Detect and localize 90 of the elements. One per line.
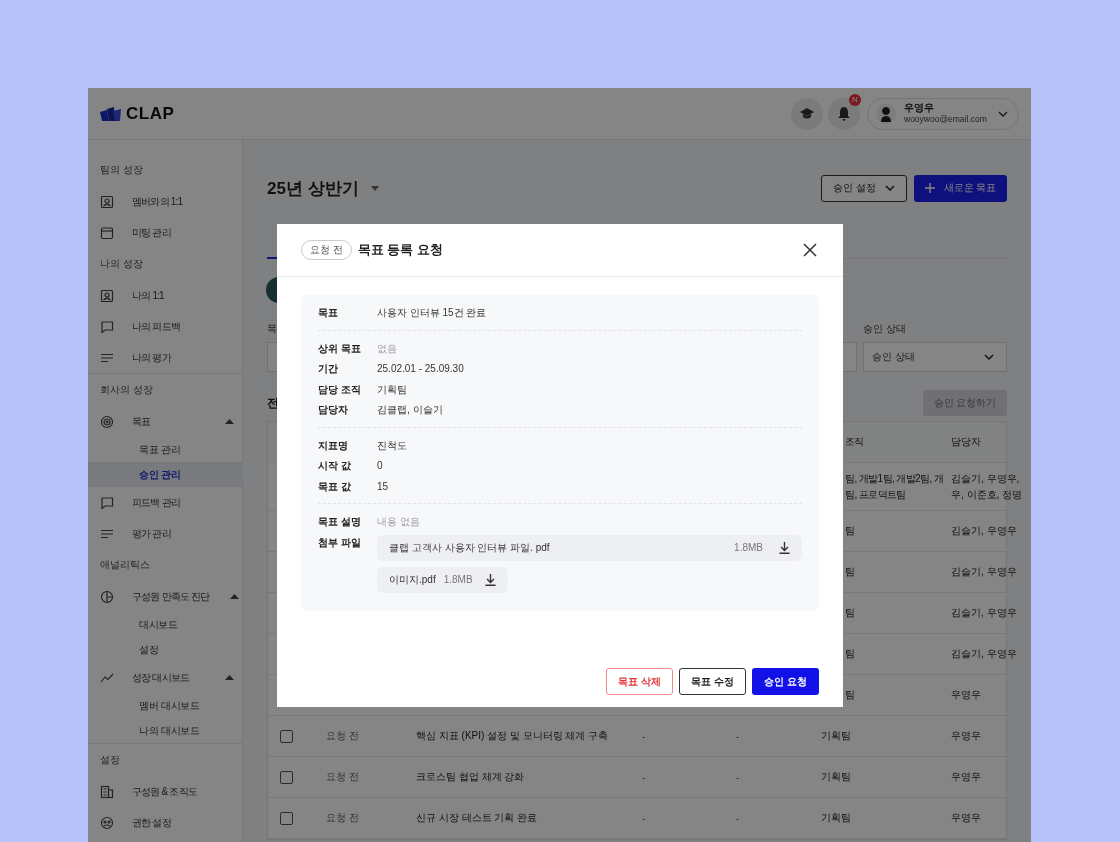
table-cell: - bbox=[642, 812, 646, 824]
sidebar-subitem[interactable]: 나의 대시보드 bbox=[88, 718, 242, 743]
table-cell: 신규 시장 테스트 기획 완료 bbox=[416, 811, 538, 825]
sidebar-item[interactable]: 구성원 만족도 진단 bbox=[88, 581, 242, 612]
field-value: 없음 bbox=[377, 341, 397, 356]
sidebar-item[interactable]: 미팅 관리 bbox=[88, 217, 242, 248]
new-goal-button[interactable]: 새로운 목표 bbox=[914, 174, 1007, 202]
sidebar-subitem[interactable]: 대시보드 bbox=[88, 612, 242, 637]
filter-label: 목 bbox=[267, 322, 278, 336]
sidebar-item[interactable]: 평가 관리 bbox=[88, 518, 242, 549]
table-cell: 기획팀 bbox=[821, 811, 851, 825]
table-cell-text: 팀, 개발1팀, 개발2팀, 개 팀, 프로덕트팀 bbox=[845, 471, 944, 502]
column-header: 조직 bbox=[845, 435, 864, 449]
field-label: 시작 값 bbox=[318, 459, 352, 473]
sidebar-item[interactable]: 멤버와의 1:1 bbox=[88, 186, 242, 217]
page-title: 25년 상반기 bbox=[267, 177, 359, 200]
table-cell-text: 김슬기, 우영우 bbox=[951, 647, 1017, 661]
sidebar-item[interactable]: 피드백 관리 bbox=[88, 487, 242, 518]
sidebar-item[interactable]: 목표 bbox=[88, 406, 242, 437]
sidebar-item[interactable]: 성장 대시보드 bbox=[88, 662, 242, 693]
status-select[interactable]: 승인 상태 bbox=[863, 342, 1007, 372]
field-label: 담당 조직 bbox=[318, 382, 362, 397]
sidebar-item[interactable]: 나의 평가 bbox=[88, 342, 242, 373]
table-cell: 기획팀 bbox=[821, 729, 851, 743]
table-cell: - bbox=[736, 812, 740, 824]
field-label: 목표 값 bbox=[318, 479, 352, 494]
field-label: 상위 목표 bbox=[318, 341, 362, 356]
notification-badge: N bbox=[849, 93, 861, 106]
sidebar-section-title: 회사의 성장 bbox=[99, 383, 154, 397]
table-cell: 기획팀 bbox=[821, 770, 851, 784]
field-value: 25.02.01 - 25.09.30 bbox=[377, 362, 464, 376]
edit-goal-button[interactable]: 목표 수정 bbox=[679, 668, 746, 695]
sidebar-subitem[interactable]: 설정 bbox=[88, 637, 242, 662]
table-cell: 요청 전 bbox=[326, 811, 359, 825]
table-cell-text: 김슬기, 우영우 bbox=[951, 565, 1017, 579]
field-value: 0 bbox=[377, 459, 383, 473]
table-cell: 크로스팀 협업 체계 강화 bbox=[416, 770, 525, 784]
field-label: 지표명 bbox=[318, 438, 349, 453]
table-cell: 핵심 지표 (KPI) 설정 및 모니터링 체계 구축 bbox=[416, 729, 609, 743]
table-cell-text: 김슬기, 우영우 bbox=[951, 524, 1017, 538]
table-cell: 우영우 bbox=[951, 729, 981, 743]
sidebar-item[interactable]: 권한 설정 bbox=[88, 807, 242, 838]
table-cell: 우영우 bbox=[951, 770, 981, 784]
table-cell: - bbox=[736, 771, 740, 783]
field-label: 기간 bbox=[318, 362, 339, 376]
sidebar-item[interactable]: 구성원 & 조직도 bbox=[88, 776, 242, 807]
table-cell: - bbox=[642, 730, 646, 742]
sidebar-section-title: 나의 성장 bbox=[99, 257, 144, 271]
table-cell: - bbox=[642, 771, 646, 783]
sidebar-item[interactable]: 나의 피드백 bbox=[88, 311, 242, 342]
dialog-title: 목표 등록 요청 bbox=[357, 241, 443, 259]
attachment-item[interactable]: 클랩 고객사 사용자 인터뷰 파일. pdf 1.8MB bbox=[377, 534, 802, 561]
field-label: 담당자 bbox=[318, 403, 349, 417]
approval-settings-button[interactable]: 승인 설정 bbox=[821, 174, 907, 202]
sidebar-section-title: 애널리틱스 bbox=[99, 558, 151, 572]
table-cell-text: 김슬기, 우영우, 우, 이준호, 정명 bbox=[951, 471, 1023, 502]
table-cell-text: 팀 bbox=[845, 688, 855, 702]
delete-goal-button[interactable]: 목표 삭제 bbox=[606, 668, 673, 695]
field-label: 첨부 파일 bbox=[318, 535, 362, 550]
table-cell: - bbox=[736, 730, 740, 742]
field-value: 사용자 인터뷰 15건 완료 bbox=[377, 306, 487, 320]
sidebar-section-title: 설정 bbox=[99, 753, 121, 767]
filter-label: 승인 상태 bbox=[863, 322, 907, 336]
attachment-item[interactable]: 이미지.pdf 1.8MB bbox=[377, 566, 508, 593]
field-label: 목표 bbox=[318, 306, 339, 320]
sidebar-item[interactable]: 나의 1:1 bbox=[88, 280, 242, 311]
table-cell: 요청 전 bbox=[326, 729, 359, 743]
column-header: 담당자 bbox=[951, 435, 981, 449]
logo-text: CLAP bbox=[126, 103, 175, 124]
sidebar-subitem[interactable]: 승인 관리 bbox=[88, 462, 242, 487]
sidebar-subitem[interactable]: 멤버 대시보드 bbox=[88, 693, 242, 718]
section-heading: 전 bbox=[267, 394, 279, 412]
field-label: 목표 설명 bbox=[318, 515, 362, 529]
sidebar-subitem[interactable]: 목표 관리 bbox=[88, 437, 242, 462]
field-value: 진척도 bbox=[377, 438, 407, 453]
table-cell-text: 팀 bbox=[845, 524, 855, 538]
field-value: 내용 없음 bbox=[377, 515, 420, 529]
field-value: 기획팀 bbox=[377, 382, 407, 397]
field-value: 김클랩, 이슬기 bbox=[377, 403, 443, 417]
table-cell-text: 김슬기, 우영우 bbox=[951, 606, 1017, 620]
table-cell: 요청 전 bbox=[326, 770, 359, 784]
table-cell-text: 팀 bbox=[845, 606, 855, 620]
table-cell-text: 우영우 bbox=[951, 688, 981, 702]
table-cell-text: 팀 bbox=[845, 565, 855, 579]
sidebar-section-title: 팀의 성장 bbox=[99, 163, 144, 177]
user-menu[interactable]: 우영우 wooywoo@email.com bbox=[867, 97, 1019, 130]
field-value: 15 bbox=[377, 479, 389, 494]
table-cell-text: 팀 bbox=[845, 647, 855, 661]
request-approval-button[interactable]: 승인 요청 bbox=[752, 668, 819, 695]
table-cell: 우영우 bbox=[951, 811, 981, 825]
